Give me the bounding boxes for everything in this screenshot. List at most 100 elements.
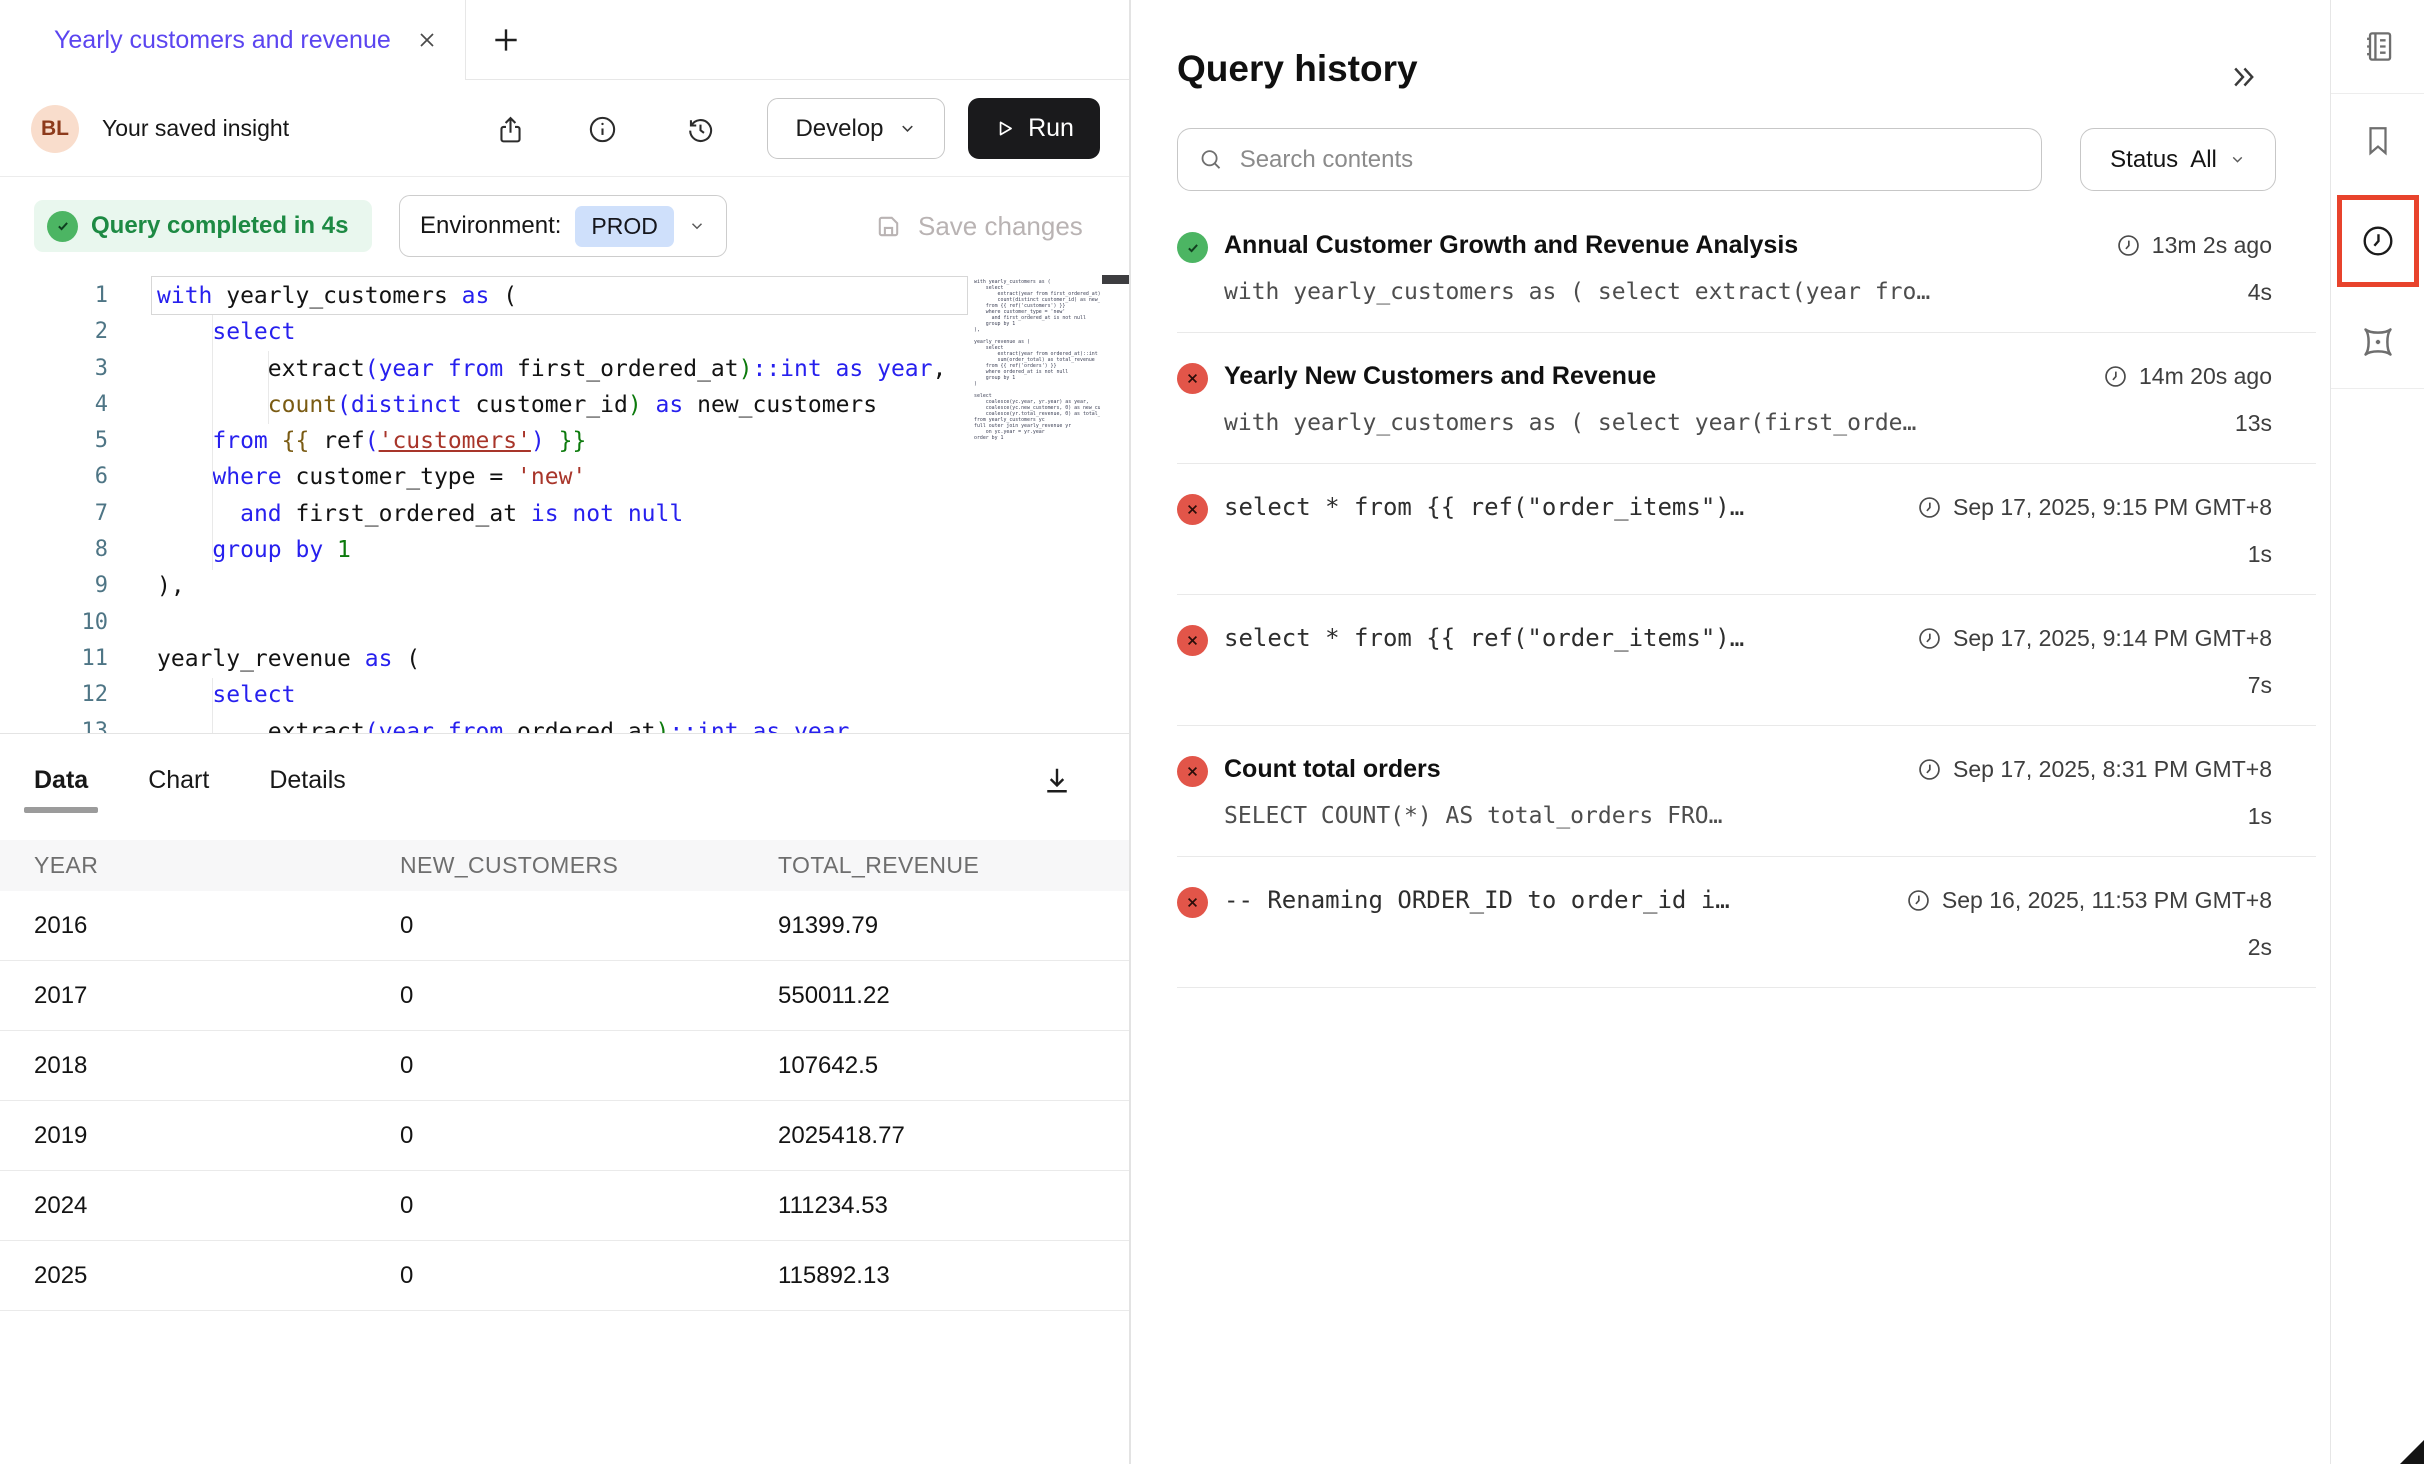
line-number: 13 [0, 714, 108, 733]
explore-icon [2358, 322, 2398, 362]
table-cell: 115892.13 [778, 1262, 1129, 1290]
info-button[interactable] [586, 113, 618, 145]
table-cell: 111234.53 [778, 1192, 1129, 1220]
cursor-artifact [2400, 1440, 2424, 1464]
save-icon [874, 212, 903, 241]
editor-code[interactable]: with yearly_customers as ( select extrac… [157, 278, 967, 733]
code-line[interactable]: with yearly_customers as ( [157, 278, 967, 314]
indent-guide [212, 315, 213, 570]
info-icon [587, 114, 618, 145]
results-table-header: YEARNEW_CUSTOMERSTOTAL_REVENUE [0, 840, 1129, 891]
search-box[interactable] [1177, 128, 2042, 191]
history-item-snippet: with yearly_customers as ( select year(f… [1224, 410, 2102, 438]
collapse-panel-button[interactable] [2226, 60, 2262, 96]
success-check-icon [1177, 232, 1208, 263]
avatar: BL [31, 105, 79, 153]
history-item[interactable]: -- Renaming ORDER_ID to order_id i…Sep 1… [1177, 857, 2316, 988]
share-button[interactable] [494, 113, 526, 145]
line-number: 5 [0, 423, 108, 459]
table-cell: 107642.5 [778, 1052, 1129, 1080]
tab-chart[interactable]: Chart [148, 766, 209, 839]
history-item-duration: 1s [2248, 541, 2272, 569]
history-item-snippet [1224, 934, 1905, 962]
indent-guide [212, 678, 213, 733]
code-line[interactable]: group by 1 [157, 532, 967, 568]
table-cell: 550011.22 [778, 982, 1129, 1010]
table-row: 201902025418.77 [0, 1101, 1129, 1171]
column-header: NEW_CUSTOMERS [400, 852, 778, 879]
new-tab-button[interactable] [486, 20, 526, 60]
query-history-button[interactable] [2337, 195, 2419, 287]
code-line[interactable]: select [157, 677, 967, 713]
notebook-icon [2360, 28, 2397, 65]
explore-button[interactable] [2331, 295, 2424, 388]
code-line[interactable]: ), [157, 568, 967, 604]
results-tab-bar: Data Chart Details [0, 734, 1129, 840]
editor-scrollbar[interactable] [1102, 275, 1129, 733]
history-item[interactable]: select * from {{ ref("order_items")…Sep … [1177, 595, 2316, 726]
environment-dropdown[interactable]: Environment: PROD [399, 195, 727, 257]
code-line[interactable]: from {{ ref('customers') }} [157, 423, 967, 459]
query-status-badge: Query completed in 4s [34, 200, 372, 252]
code-line[interactable]: and first_ordered_at is not null [157, 496, 967, 532]
tab-data[interactable]: Data [34, 766, 88, 839]
history-item[interactable]: Count total ordersSep 17, 2025, 8:31 PM … [1177, 726, 2316, 857]
history-item-time: Sep 17, 2025, 8:31 PM GMT+8 [1916, 756, 2272, 783]
saved-insight-label: Your saved insight [102, 80, 289, 177]
code-line[interactable] [157, 605, 967, 641]
clock-icon [1916, 625, 1943, 652]
error-x-icon [1177, 363, 1208, 394]
notebook-button[interactable] [2331, 0, 2424, 93]
table-row: 20240111234.53 [0, 1171, 1129, 1241]
status-row: Query completed in 4s Environment: PROD … [0, 177, 1129, 275]
search-input[interactable] [1238, 145, 2021, 175]
editor-minimap[interactable]: with yearly_customers as ( select extrac… [974, 279, 1100, 441]
history-item-duration: 2s [2248, 934, 2272, 962]
history-item-title: Annual Customer Growth and Revenue Analy… [1224, 231, 2115, 260]
download-button[interactable] [1039, 762, 1075, 798]
history-item[interactable]: Yearly New Customers and Revenue14m 20s … [1177, 333, 2316, 464]
clock-icon [1905, 887, 1932, 914]
version-history-button[interactable] [684, 113, 716, 145]
develop-button[interactable]: Develop [767, 98, 945, 159]
status-filter-label: Status [2110, 146, 2178, 174]
tab-details[interactable]: Details [269, 766, 345, 839]
code-line[interactable]: extract(year from first_ordered_at)::int… [157, 351, 967, 387]
history-item-title: Count total orders [1224, 755, 1916, 784]
close-tab-icon[interactable] [415, 28, 439, 52]
insight-toolbar: BL Your saved insight Develop Run [0, 80, 1129, 177]
history-item-duration: 13s [2235, 410, 2272, 438]
line-number: 8 [0, 532, 108, 568]
save-changes-button[interactable]: Save changes [874, 177, 1083, 275]
line-number: 12 [0, 677, 108, 713]
panel-title: Query history [1177, 48, 2330, 90]
table-cell: 0 [400, 1262, 778, 1290]
code-line[interactable]: extract(year from ordered_at)::int as ye… [157, 714, 967, 733]
scrollbar-thumb[interactable] [1102, 275, 1129, 284]
run-button[interactable]: Run [968, 98, 1100, 159]
sql-editor[interactable]: 12345678910111213 with yearly_customers … [0, 275, 1129, 733]
line-number: 7 [0, 496, 108, 532]
environment-label: Environment: [420, 212, 561, 240]
tab-yearly-customers[interactable]: Yearly customers and revenue [0, 0, 466, 80]
history-item-snippet [1224, 672, 1916, 700]
code-line[interactable]: count(distinct customer_id) as new_custo… [157, 387, 967, 423]
table-cell: 2018 [34, 1052, 400, 1080]
history-item-duration: 7s [2248, 672, 2272, 700]
share-icon [495, 114, 526, 145]
code-line[interactable]: where customer_type = 'new' [157, 459, 967, 495]
download-icon [1039, 762, 1075, 798]
code-line[interactable]: yearly_revenue as ( [157, 641, 967, 677]
history-item[interactable]: select * from {{ ref("order_items")…Sep … [1177, 464, 2316, 595]
table-cell: 2025418.77 [778, 1122, 1129, 1150]
history-item-title: select * from {{ ref("order_items")… [1224, 493, 1916, 521]
bookmarks-button[interactable] [2331, 94, 2424, 187]
table-cell: 0 [400, 982, 778, 1010]
error-x-icon [1177, 756, 1208, 787]
status-filter-dropdown[interactable]: Status All [2080, 128, 2276, 191]
code-line[interactable]: select [157, 314, 967, 350]
bookmark-icon [2360, 123, 2396, 159]
results-table-body: 2016091399.7920170550011.2220180107642.5… [0, 891, 1129, 1311]
history-item[interactable]: Annual Customer Growth and Revenue Analy… [1177, 215, 2316, 333]
history-item-snippet: SELECT COUNT(*) AS total_orders FRO… [1224, 803, 1916, 831]
